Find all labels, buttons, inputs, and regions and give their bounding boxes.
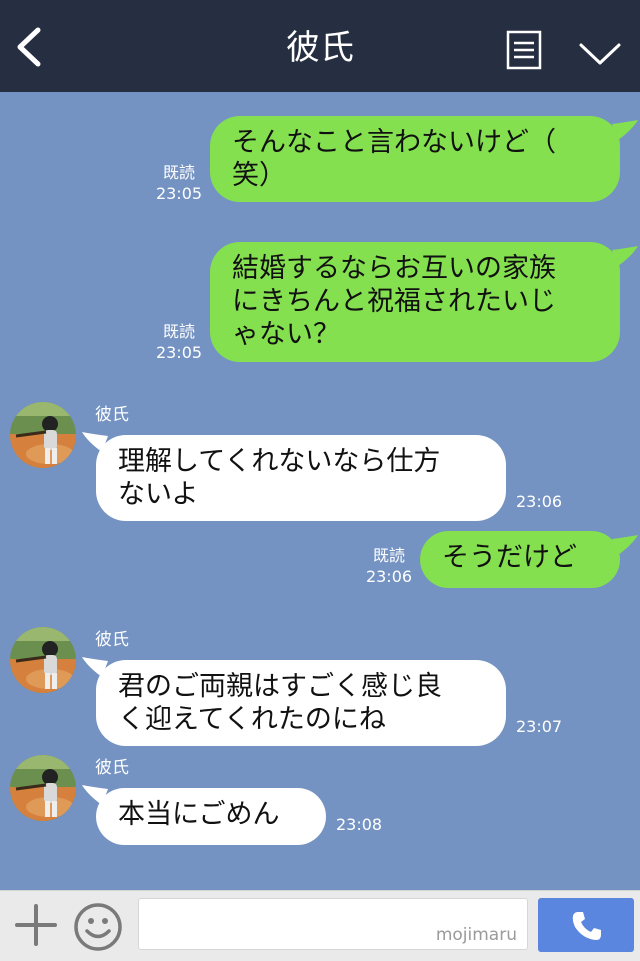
read-status: 既読 23:06 bbox=[365, 545, 413, 587]
bubble-tail bbox=[612, 120, 638, 140]
chevron-down-icon[interactable] bbox=[578, 40, 622, 68]
read-status: 既読 23:05 bbox=[155, 162, 203, 204]
bubble-tail bbox=[612, 535, 638, 555]
message-input[interactable]: mojimaru bbox=[138, 898, 528, 950]
received-message-bubble[interactable]: 本当にごめん bbox=[96, 788, 326, 845]
message-line: 結婚するならお互いの家族 bbox=[232, 253, 556, 284]
message-line: にきちんと祝福されたいじ bbox=[232, 286, 556, 317]
message-line: そうだけど bbox=[442, 542, 577, 573]
sent-message-bubble[interactable]: そうだけど bbox=[420, 531, 620, 588]
message-line: そんなこと言わないけど（ bbox=[232, 127, 556, 158]
message-time: 23:07 bbox=[516, 717, 563, 736]
message-line: 笑） bbox=[232, 160, 286, 191]
message-composer: mojimaru bbox=[0, 890, 640, 961]
message-line: 理解してくれないなら仕方 bbox=[118, 446, 441, 477]
message-line: ないよ bbox=[118, 479, 199, 510]
message-time: 23:05 bbox=[155, 184, 203, 203]
read-label: 既読 bbox=[162, 163, 195, 182]
chat-title: 彼氏 bbox=[286, 28, 354, 68]
message-time: 23:06 bbox=[516, 492, 563, 511]
sender-name: 彼氏 bbox=[95, 630, 129, 650]
chat-header: 彼氏 bbox=[0, 0, 640, 92]
message-time: 23:05 bbox=[155, 343, 203, 362]
note-menu-icon[interactable] bbox=[506, 30, 542, 70]
read-status: 既読 23:05 bbox=[155, 321, 203, 363]
sender-name: 彼氏 bbox=[95, 405, 129, 425]
sender-name: 彼氏 bbox=[95, 758, 129, 778]
message-time: 23:06 bbox=[365, 567, 413, 586]
message-list[interactable]: 既読 23:05 そんなこと言わないけど（ 笑） 既読 23:05 結婚するなら… bbox=[0, 92, 640, 890]
message-line: く迎えてくれたのにね bbox=[118, 704, 386, 735]
message-time: 23:08 bbox=[336, 815, 383, 834]
baseball-photo-avatar-icon bbox=[10, 402, 76, 468]
sent-message-bubble[interactable]: そんなこと言わないけど（ 笑） bbox=[210, 116, 620, 202]
read-label: 既読 bbox=[162, 322, 195, 341]
contact-avatar[interactable] bbox=[10, 627, 76, 693]
message-line: ゃない？ bbox=[232, 319, 340, 350]
contact-avatar[interactable] bbox=[10, 402, 76, 468]
message-line: 本当にごめん bbox=[118, 799, 280, 830]
received-message-bubble[interactable]: 君のご両親はすごく感じ良 く迎えてくれたのにね bbox=[96, 660, 506, 746]
read-label: 既読 bbox=[372, 546, 405, 565]
bubble-tail bbox=[612, 246, 638, 266]
received-message-bubble[interactable]: 理解してくれないなら仕方 ないよ bbox=[96, 435, 506, 521]
baseball-photo-avatar-icon bbox=[10, 755, 76, 821]
call-button[interactable] bbox=[538, 898, 634, 952]
baseball-photo-avatar-icon bbox=[10, 627, 76, 693]
watermark-text: mojimaru bbox=[435, 925, 517, 945]
message-line: 君のご両親はすごく感じ良 bbox=[118, 671, 442, 702]
contact-avatar[interactable] bbox=[10, 755, 76, 821]
plus-icon[interactable] bbox=[14, 903, 58, 947]
phone-icon bbox=[572, 912, 601, 940]
smiley-icon[interactable] bbox=[73, 902, 123, 952]
sent-message-bubble[interactable]: 結婚するならお互いの家族 にきちんと祝福されたいじ ゃない？ bbox=[210, 242, 620, 362]
